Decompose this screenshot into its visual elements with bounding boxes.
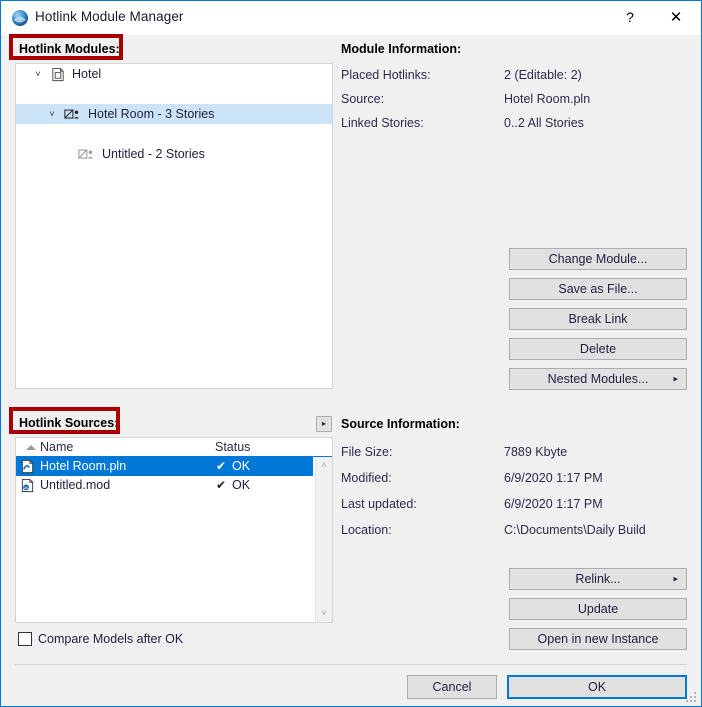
sort-ascending-icon[interactable] — [26, 445, 36, 450]
window-title: Hotlink Module Manager — [35, 9, 184, 24]
break-link-button[interactable]: Break Link — [509, 308, 687, 330]
compare-models-checkbox[interactable] — [18, 632, 32, 646]
tree-row-label: Hotel — [72, 67, 102, 81]
sources-expander-button[interactable]: ▸ — [316, 416, 332, 432]
source-information-heading: Source Information: — [341, 417, 460, 431]
footer-divider — [15, 664, 687, 665]
tree-row[interactable]: Untitled - 2 Stories — [16, 144, 332, 164]
placed-hotlinks-value: 2 (Editable: 2) — [504, 68, 582, 82]
hotlink-modules-tree[interactable]: ˅ Hotel ˅ Hotel Room - 3 Stories Untitle… — [15, 63, 333, 389]
check-icon: ✔ — [216, 478, 227, 492]
linked-stories-key: Linked Stories: — [341, 116, 424, 130]
tree-row-label: Hotel Room - 3 Stories — [88, 107, 215, 121]
tree-row[interactable]: ˅ Hotel Room - 3 Stories — [16, 104, 332, 124]
chevron-right-icon: ▸ — [673, 573, 678, 584]
list-item[interactable]: Hotel Room.pln ✔ OK — [16, 457, 313, 476]
chevron-down-icon[interactable]: ˅ — [44, 104, 60, 124]
title-bar: Hotlink Module Manager ? ✕ — [1, 1, 701, 35]
last-updated-value: 6/9/2020 1:17 PM — [504, 497, 603, 511]
source-name: Untitled.mod — [40, 478, 111, 492]
source-value: Hotel Room.pln — [504, 92, 591, 106]
compare-models-label: Compare Models after OK — [38, 632, 184, 646]
scroll-down-icon[interactable]: ˅ — [316, 605, 332, 622]
close-button[interactable]: ✕ — [653, 1, 699, 34]
nested-module-icon — [78, 149, 94, 159]
column-header-status[interactable]: Status — [215, 438, 250, 456]
modified-value: 6/9/2020 1:17 PM — [504, 471, 603, 485]
document-icon — [52, 67, 64, 82]
source-status: OK — [232, 459, 251, 473]
placed-hotlinks-key: Placed Hotlinks: — [341, 68, 431, 82]
update-label: Update — [577, 602, 619, 616]
mod-file-icon — [21, 478, 34, 493]
list-header-row: Name Status — [16, 438, 332, 457]
delete-button[interactable]: Delete — [509, 338, 687, 360]
cancel-label: Cancel — [432, 680, 472, 694]
change-module-button[interactable]: Change Module... — [509, 248, 687, 270]
open-in-new-instance-button[interactable]: Open in new Instance — [509, 628, 687, 650]
update-button[interactable]: Update — [509, 598, 687, 620]
location-value: C:\Documents\Daily Build — [504, 523, 646, 537]
help-button[interactable]: ? — [607, 1, 653, 34]
open-in-new-instance-label: Open in new Instance — [537, 632, 659, 646]
module-information-heading: Module Information: — [341, 42, 462, 56]
pln-file-icon — [21, 459, 34, 474]
linked-stories-value: 0..2 All Stories — [504, 116, 584, 130]
hotlink-sources-list[interactable]: Name Status Hotel Room.pln ✔ OK Untitled… — [15, 437, 333, 623]
tree-row-label: Untitled - 2 Stories — [102, 147, 205, 161]
nested-modules-button[interactable]: Nested Modules... ▸ — [509, 368, 687, 390]
save-as-file-button[interactable]: Save as File... — [509, 278, 687, 300]
hotlink-sources-label: Hotlink Sources: — [19, 416, 119, 430]
relink-label: Relink... — [575, 572, 621, 586]
chevron-down-icon[interactable]: ˅ — [30, 64, 46, 84]
tree-row[interactable]: ˅ Hotel — [16, 64, 332, 84]
delete-label: Delete — [579, 342, 617, 356]
hotlink-module-manager-dialog: Hotlink Module Manager ? ✕ Hotlink Modul… — [0, 0, 702, 707]
list-item[interactable]: Untitled.mod ✔ OK — [16, 476, 313, 495]
file-size-value: 7889 Kbyte — [504, 445, 568, 459]
source-key: Source: — [341, 92, 385, 106]
module-icon — [64, 109, 80, 119]
check-icon: ✔ — [216, 459, 227, 473]
source-name: Hotel Room.pln — [40, 459, 127, 473]
break-link-label: Break Link — [568, 312, 628, 326]
modified-key: Modified: — [341, 471, 392, 485]
question-mark-icon: ? — [626, 9, 634, 25]
column-header-name[interactable]: Name — [40, 438, 73, 456]
chevron-right-icon: ▸ — [321, 419, 326, 428]
relink-button[interactable]: Relink... ▸ — [509, 568, 687, 590]
last-updated-key: Last updated: — [341, 497, 417, 511]
save-as-file-label: Save as File... — [558, 282, 638, 296]
file-size-key: File Size: — [341, 445, 393, 459]
ok-label: OK — [587, 680, 607, 694]
change-module-label: Change Module... — [548, 252, 648, 266]
location-key: Location: — [341, 523, 392, 537]
hotlink-modules-label: Hotlink Modules: — [19, 42, 120, 56]
close-icon: ✕ — [669, 9, 683, 26]
resize-grip[interactable] — [686, 692, 697, 703]
source-status: OK — [232, 478, 251, 492]
cancel-button[interactable]: Cancel — [407, 675, 497, 699]
chevron-right-icon: ▸ — [673, 373, 678, 384]
nested-modules-label: Nested Modules... — [547, 372, 649, 386]
sources-scrollbar[interactable]: ˄ ˅ — [315, 457, 332, 622]
ok-button[interactable]: OK — [507, 675, 687, 699]
archicad-sphere-icon — [12, 10, 28, 26]
scroll-up-icon[interactable]: ˄ — [316, 457, 332, 474]
